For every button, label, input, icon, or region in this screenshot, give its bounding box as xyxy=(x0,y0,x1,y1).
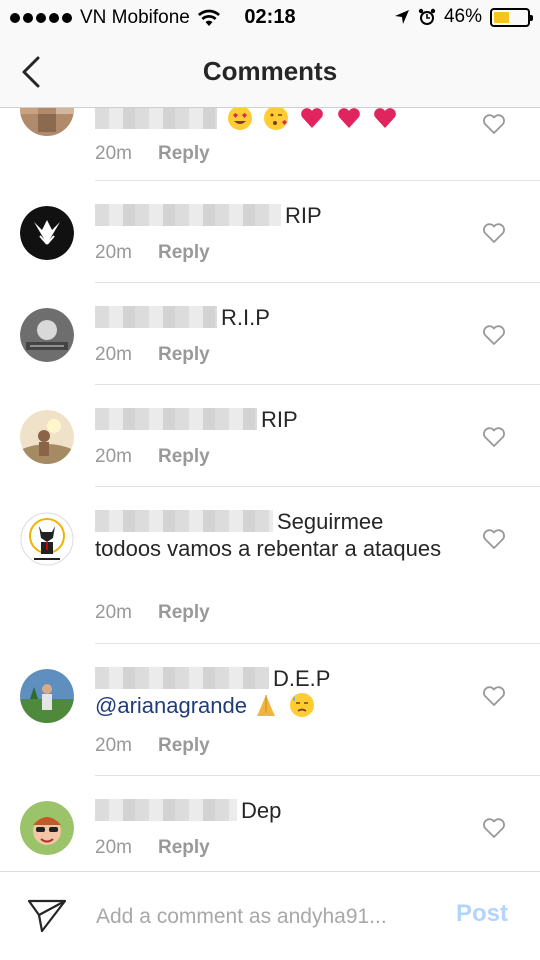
status-bar: VN Mobifone 02:18 46% xyxy=(0,0,540,36)
comment-body: RIP xyxy=(95,202,465,229)
comment-input[interactable] xyxy=(96,900,436,934)
heart-emoji-icon xyxy=(301,108,324,128)
comment-meta: 20m Reply xyxy=(95,446,210,468)
blurred-username xyxy=(95,204,281,226)
status-right: 46% xyxy=(394,6,533,28)
comment-timestamp: 20m xyxy=(95,837,132,858)
mention-link[interactable]: @arianagrande xyxy=(95,693,247,718)
comment-text: Dep xyxy=(241,798,282,823)
comment-meta: 20m Reply xyxy=(95,143,210,165)
comment-body: R.I.P xyxy=(95,304,465,331)
avatar[interactable] xyxy=(20,669,74,723)
blurred-username xyxy=(95,108,217,129)
comment-item: 20m Reply xyxy=(0,108,540,181)
location-arrow-icon xyxy=(394,10,409,24)
comment-text: RIP xyxy=(261,407,298,432)
blurred-username xyxy=(95,510,273,532)
comment-body: RIP xyxy=(95,406,465,433)
heart-outline-icon[interactable] xyxy=(482,222,506,244)
kiss-emoji-icon xyxy=(264,108,289,130)
avatar[interactable] xyxy=(20,410,74,464)
blurred-username xyxy=(95,667,269,689)
comment-timestamp: 20m xyxy=(95,242,132,263)
nav-bar: Comments xyxy=(0,36,540,108)
heart-eyes-emoji-icon xyxy=(228,108,253,130)
heart-outline-icon[interactable] xyxy=(482,817,506,839)
comment-item: Seguirmee todoos vamos a rebentar a ataqu… xyxy=(0,486,540,644)
downcast-sweat-emoji-icon xyxy=(290,693,315,717)
comment-text: Seguirmee xyxy=(277,509,384,534)
blurred-username xyxy=(95,408,257,430)
comment-text: R.I.P xyxy=(221,305,270,330)
reply-button[interactable]: Reply xyxy=(158,602,210,623)
comment-meta: 20m Reply xyxy=(95,837,210,859)
heart-emoji-icon xyxy=(373,108,396,128)
comments-list[interactable]: 20m Reply RIP 20m Reply R.I.P 20m Reply xyxy=(0,108,540,871)
comment-item: R.I.P 20m Reply xyxy=(0,282,540,385)
blurred-username xyxy=(95,799,237,821)
reply-button[interactable]: Reply xyxy=(158,143,210,164)
reply-button[interactable]: Reply xyxy=(158,446,210,467)
comment-item: RIP 20m Reply xyxy=(0,180,540,283)
comment-meta: 20m Reply xyxy=(95,344,210,366)
comment-item: D.E.P @arianagrande 20m Reply xyxy=(0,643,540,776)
comment-timestamp: 20m xyxy=(95,446,132,467)
comment-composer: Post xyxy=(0,871,540,960)
heart-outline-icon[interactable] xyxy=(482,528,506,550)
folded-hands-emoji-icon xyxy=(257,695,276,716)
comment-body: Seguirmee todoos vamos a rebentar a ataqu… xyxy=(95,508,465,562)
battery-icon xyxy=(490,7,533,27)
comment-meta: 20m Reply xyxy=(95,242,210,264)
comment-item: Dep 20m Reply xyxy=(0,775,540,871)
avatar[interactable] xyxy=(20,308,74,362)
comment-timestamp: 20m xyxy=(95,344,132,365)
avatar[interactable] xyxy=(20,108,74,136)
reply-button[interactable]: Reply xyxy=(158,837,210,858)
blurred-username xyxy=(95,306,217,328)
comment-item: RIP 20m Reply xyxy=(0,384,540,487)
avatar[interactable] xyxy=(20,801,74,855)
comment-body xyxy=(95,108,465,132)
page-title: Comments xyxy=(202,56,338,86)
comment-text: D.E.P xyxy=(273,666,331,691)
heart-outline-icon[interactable] xyxy=(482,324,506,346)
battery-percent: 46% xyxy=(443,6,482,27)
heart-outline-icon[interactable] xyxy=(482,426,506,448)
comment-body: Dep xyxy=(95,797,465,824)
comment-body: D.E.P @arianagrande xyxy=(95,665,465,719)
comment-meta: 20m Reply xyxy=(95,602,210,624)
comment-timestamp: 20m xyxy=(95,143,132,164)
post-button[interactable]: Post xyxy=(456,900,508,928)
comment-text: RIP xyxy=(285,203,322,228)
comment-timestamp: 20m xyxy=(95,735,132,756)
avatar[interactable] xyxy=(20,206,74,260)
reply-button[interactable]: Reply xyxy=(158,735,210,756)
reply-button[interactable]: Reply xyxy=(158,344,210,365)
heart-outline-icon[interactable] xyxy=(482,113,506,135)
avatar[interactable] xyxy=(20,512,74,566)
comment-meta: 20m Reply xyxy=(95,735,210,757)
comment-timestamp: 20m xyxy=(95,602,132,623)
paper-plane-icon[interactable] xyxy=(26,897,68,937)
heart-outline-icon[interactable] xyxy=(482,685,506,707)
reply-button[interactable]: Reply xyxy=(158,242,210,263)
comment-text-continued: todoos vamos a rebentar a ataques xyxy=(95,536,442,561)
alarm-clock-icon xyxy=(418,8,436,25)
heart-emoji-icon xyxy=(337,108,360,128)
